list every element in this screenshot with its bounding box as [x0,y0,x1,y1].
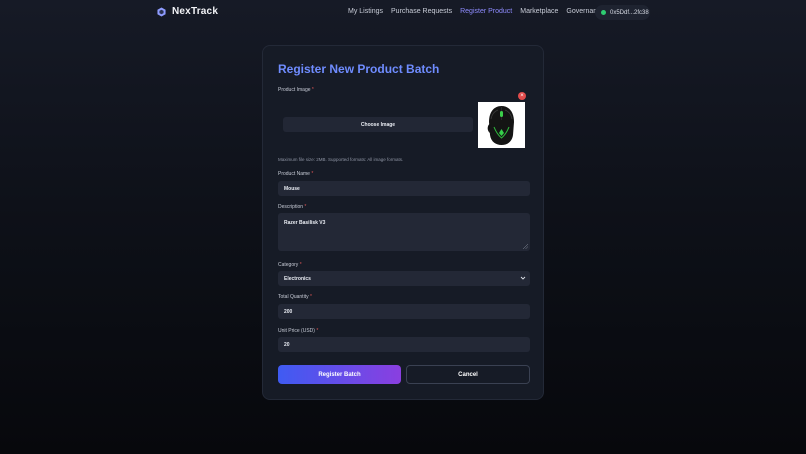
total-quantity-label: Total Quantity * [278,294,312,300]
brand-name: NexTrack [172,6,219,17]
status-dot-icon [601,10,606,15]
nav-link-my-listings[interactable]: My Listings [348,8,383,15]
required-mark: * [304,204,307,210]
register-batch-button[interactable]: Register Batch [278,365,401,384]
hexagon-logo-icon [157,7,166,16]
mouse-image [478,102,525,148]
resize-handle-icon[interactable] [523,244,528,249]
cancel-button[interactable]: Cancel [406,365,530,384]
nav-link-register-product[interactable]: Register Product [460,8,512,15]
nav-link-marketplace[interactable]: Marketplace [520,8,558,15]
total-quantity-input[interactable]: 200 [278,304,530,319]
choose-image-button[interactable]: Choose Image [283,117,473,132]
category-select[interactable]: Electronics [278,271,530,286]
product-image-label: Product Image * [278,87,314,93]
wallet-address: 0x5Ddf...2fc38 [610,9,649,16]
top-navbar: NexTrack My Listings Purchase Requests R… [0,0,806,26]
description-label-text: Description [278,204,304,210]
unit-price-label-text: Unit Price (USD) [278,328,315,334]
total-quantity-label-text: Total Quantity [278,294,309,300]
total-quantity-value: 200 [284,308,293,315]
required-mark: * [309,294,312,300]
category-value: Electronics [284,275,311,282]
product-name-label: Product Name * [278,171,313,177]
required-mark: * [311,171,314,177]
nav-link-purchase-requests[interactable]: Purchase Requests [391,8,452,15]
description-value: Razer Basilisk V3 [284,220,326,226]
required-mark: * [316,328,319,334]
required-mark: * [299,262,302,268]
product-name-label-text: Product Name [278,171,310,177]
register-batch-form: Register New Product Batch Product Image… [262,45,544,400]
category-label: Category * [278,262,302,268]
description-textarea[interactable]: Razer Basilisk V3 [278,213,530,251]
product-image-preview [478,102,525,148]
unit-price-input[interactable]: 20 [278,337,530,352]
page-title: Register New Product Batch [278,62,440,76]
chevron-down-icon [520,276,526,280]
close-icon[interactable]: × [518,92,526,100]
nav-links: My Listings Purchase Requests Register P… [348,8,613,15]
description-label: Description * [278,204,306,210]
image-hint: Maximum file size: 2MB. Supported format… [278,157,404,162]
product-name-value: Mouse [284,185,300,192]
required-mark: * [311,87,314,93]
wallet-button[interactable]: 0x5Ddf...2fc38 [595,5,650,20]
product-name-input[interactable]: Mouse [278,181,530,196]
category-label-text: Category [278,262,299,268]
product-image-label-text: Product Image [278,87,311,93]
brand[interactable]: NexTrack [157,6,218,17]
unit-price-value: 20 [284,341,290,348]
unit-price-label: Unit Price (USD) * [278,328,318,334]
